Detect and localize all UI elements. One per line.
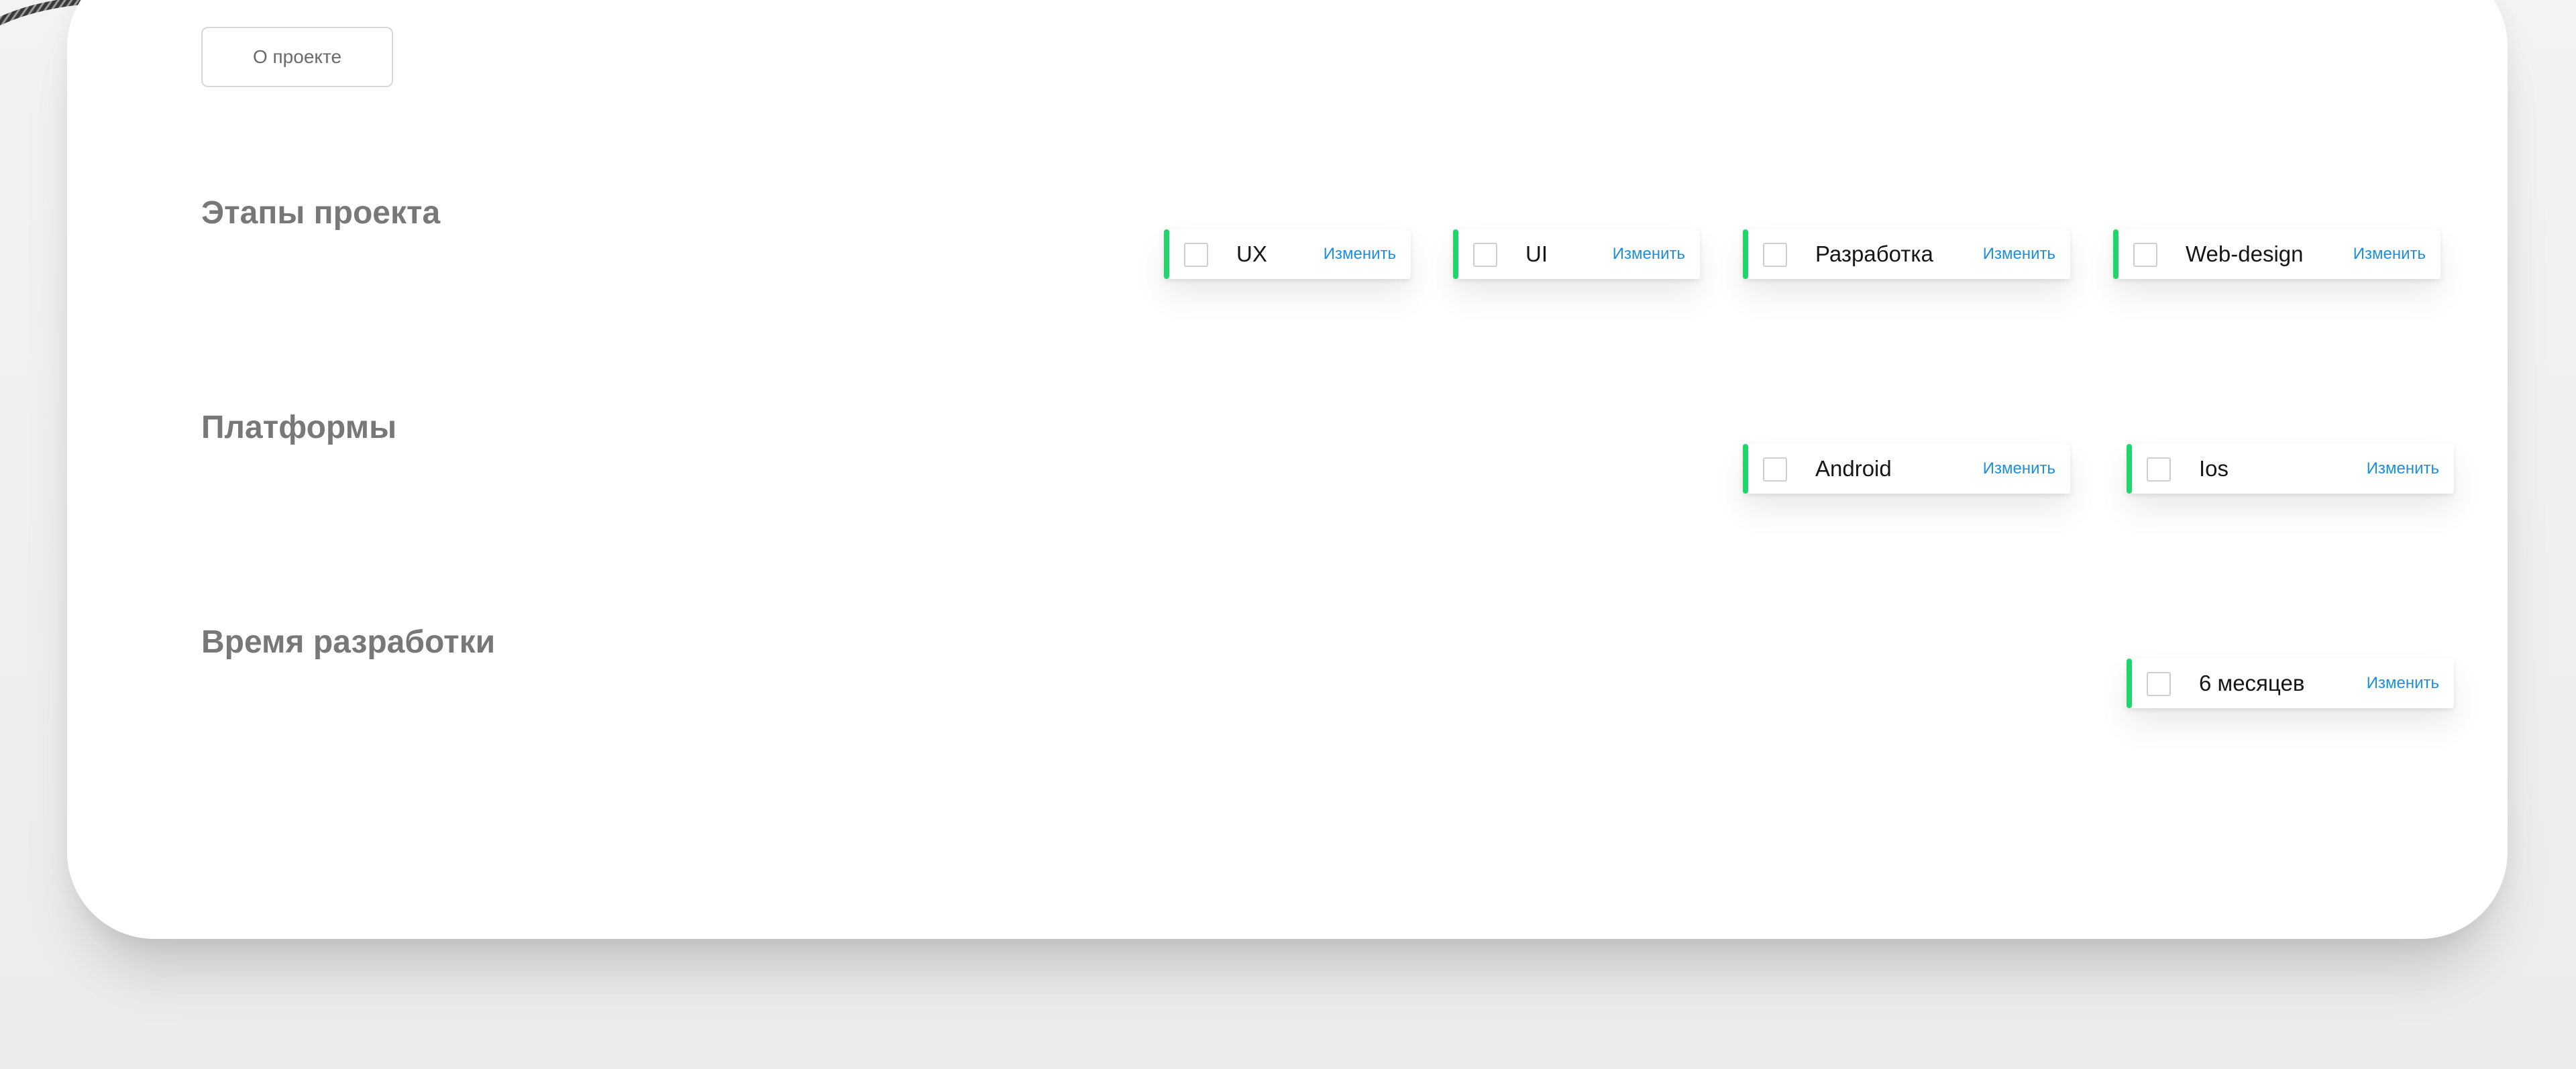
duration-chip-6-months: 6 месяцев Изменить [2127,659,2454,708]
about-project-button[interactable]: О проекте [201,27,393,87]
chip-label: 6 месяцев [2199,671,2305,695]
chip-checkbox[interactable] [1184,243,1208,267]
chip-checkbox[interactable] [1473,243,1497,267]
chip-label: Ios [2199,456,2229,481]
chip-accent-bar [1164,229,1169,279]
chip-accent-bar [2127,444,2132,494]
chip-checkbox[interactable] [1763,243,1787,267]
chip-edit-link[interactable]: Изменить [1324,229,1396,279]
scene: О проекте Этапы проекта UX Изменить UI И… [0,0,2576,1069]
chip-edit-link[interactable]: Изменить [1613,229,1685,279]
stage-chip-ui: UI Изменить [1453,229,1700,279]
section-title-duration: Время разработки [201,624,496,660]
stage-chip-development: Разработка Изменить [1743,229,2070,279]
chip-accent-bar [1743,444,1748,494]
chip-accent-bar [1743,229,1748,279]
section-title-stages: Этапы проекта [201,195,441,231]
project-card: О проекте Этапы проекта UX Изменить UI И… [67,0,2508,939]
chip-edit-link[interactable]: Изменить [1983,229,2055,279]
chip-edit-link[interactable]: Изменить [2353,229,2426,279]
chip-checkbox[interactable] [2147,457,2171,482]
stage-chip-web-design: Web-design Изменить [2113,229,2440,279]
chip-label: UI [1525,241,1548,266]
chip-edit-link[interactable]: Изменить [1983,444,2055,494]
stage-chip-ux: UX Изменить [1164,229,1411,279]
platform-chip-android: Android Изменить [1743,444,2070,494]
chip-label: Web-design [2186,241,2304,266]
chip-accent-bar [2127,659,2132,708]
chip-label: Android [1815,456,1892,481]
chip-checkbox[interactable] [1763,457,1787,482]
chip-checkbox[interactable] [2133,243,2157,267]
chip-accent-bar [2113,229,2118,279]
chip-label: UX [1236,241,1267,266]
chip-label: Разработка [1815,241,1933,266]
platform-chip-ios: Ios Изменить [2127,444,2454,494]
chip-edit-link[interactable]: Изменить [2367,444,2439,494]
chip-edit-link[interactable]: Изменить [2367,659,2439,708]
chip-accent-bar [1453,229,1458,279]
section-title-platforms: Платформы [201,410,397,445]
chip-checkbox[interactable] [2147,672,2171,696]
